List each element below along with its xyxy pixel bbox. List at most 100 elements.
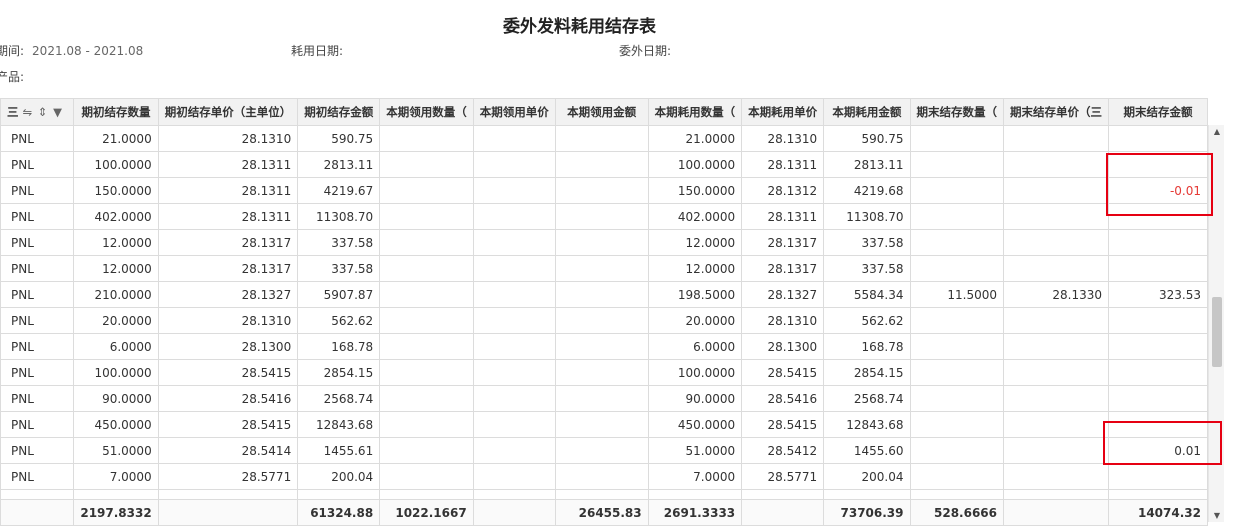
table-row[interactable]: PNL 210.0000 28.1327 5907.87 198.5000 28.1327… xyxy=(0,281,1208,308)
table-cell[interactable]: 337.58 xyxy=(297,229,381,256)
table-cell[interactable] xyxy=(909,385,1005,412)
table-cell[interactable] xyxy=(1108,229,1208,256)
table-cell[interactable]: 26455.83 xyxy=(554,499,649,526)
table-cell[interactable]: 28.1311 xyxy=(157,151,299,178)
cell-unit[interactable]: PNL xyxy=(0,307,75,334)
table-cell[interactable] xyxy=(554,125,649,152)
table-cell[interactable]: 28.1327 xyxy=(157,281,299,308)
table-cell[interactable]: 2854.15 xyxy=(297,359,381,386)
table-cell[interactable]: 20.0000 xyxy=(647,307,743,334)
table-cell[interactable]: 2854.15 xyxy=(823,359,911,386)
table-cell[interactable]: 11308.70 xyxy=(823,203,911,230)
table-cell[interactable] xyxy=(472,177,556,204)
table-cell[interactable]: 1455.60 xyxy=(823,437,911,464)
column-header[interactable]: 本期耗用金额 xyxy=(823,98,911,126)
table-cell[interactable] xyxy=(554,437,649,464)
table-cell[interactable] xyxy=(379,359,474,386)
table-cell[interactable] xyxy=(1003,437,1110,464)
table-cell[interactable]: 562.62 xyxy=(823,307,911,334)
table-row[interactable]: PNL 7.0000 28.5771 200.04 7.0000 28.5771 200.0… xyxy=(0,463,1208,490)
cell-unit[interactable]: PNL xyxy=(0,463,75,490)
table-cell[interactable]: 323.53 xyxy=(1108,281,1208,308)
table-cell[interactable]: 21.0000 xyxy=(647,125,743,152)
table-cell[interactable]: 100.0000 xyxy=(73,359,159,386)
table-cell[interactable] xyxy=(472,281,556,308)
table-cell[interactable]: 2568.74 xyxy=(297,385,381,412)
table-cell[interactable]: 100.0000 xyxy=(647,151,743,178)
table-cell[interactable]: 28.5416 xyxy=(741,385,825,412)
table-cell[interactable]: 590.75 xyxy=(297,125,381,152)
cell-unit[interactable]: PNL xyxy=(0,385,75,412)
table-cell[interactable]: 402.0000 xyxy=(647,203,743,230)
cell-unit[interactable]: PNL xyxy=(0,229,75,256)
table-cell[interactable] xyxy=(472,229,556,256)
table-cell[interactable] xyxy=(1003,307,1110,334)
table-cell[interactable]: 28.5415 xyxy=(157,411,299,438)
table-cell[interactable] xyxy=(909,125,1005,152)
table-cell[interactable]: 73706.39 xyxy=(823,499,911,526)
table-cell[interactable]: 2568.74 xyxy=(823,385,911,412)
table-cell[interactable] xyxy=(554,281,649,308)
table-cell[interactable] xyxy=(379,463,474,490)
table-cell[interactable] xyxy=(379,437,474,464)
table-cell[interactable] xyxy=(472,437,556,464)
table-cell[interactable]: 11308.70 xyxy=(297,203,381,230)
table-cell[interactable] xyxy=(554,385,649,412)
table-cell[interactable]: 590.75 xyxy=(823,125,911,152)
cell-unit[interactable]: PNL xyxy=(0,151,75,178)
table-cell[interactable] xyxy=(472,411,556,438)
table-cell[interactable]: 198.5000 xyxy=(647,281,743,308)
table-cell[interactable] xyxy=(554,307,649,334)
table-cell[interactable] xyxy=(472,359,556,386)
table-cell[interactable] xyxy=(909,307,1005,334)
table-cell[interactable]: 28.5415 xyxy=(157,359,299,386)
table-row[interactable]: PNL 100.0000 28.5415 2854.15 100.0000 28.5415… xyxy=(0,359,1208,386)
table-cell[interactable]: 100.0000 xyxy=(647,359,743,386)
scroll-down-icon[interactable]: ▼ xyxy=(1209,511,1225,520)
table-cell[interactable]: 11.5000 xyxy=(909,281,1005,308)
table-cell[interactable]: 2813.11 xyxy=(297,151,381,178)
table-cell[interactable] xyxy=(554,359,649,386)
table-cell[interactable] xyxy=(472,255,556,282)
table-cell[interactable]: 402.0000 xyxy=(73,203,159,230)
totals-row[interactable]: 2197.8332 61324.88 1022.1667 26455.83 2691.3… xyxy=(0,499,1208,526)
column-header[interactable]: 期末结存单价（三 xyxy=(1003,98,1110,126)
table-cell[interactable] xyxy=(379,281,474,308)
table-cell[interactable]: 28.1300 xyxy=(157,333,299,360)
table-cell[interactable]: 61324.88 xyxy=(297,499,381,526)
table-row[interactable]: PNL 20.0000 28.1310 562.62 20.0000 28.1310 562… xyxy=(0,307,1208,334)
table-cell[interactable] xyxy=(554,411,649,438)
table-cell[interactable]: 562.62 xyxy=(297,307,381,334)
cell-unit[interactable]: PNL xyxy=(0,333,75,360)
table-cell[interactable] xyxy=(1003,203,1110,230)
cell-unit[interactable]: PNL xyxy=(0,203,75,230)
table-cell[interactable] xyxy=(1108,333,1208,360)
table-cell[interactable]: 528.6666 xyxy=(909,499,1005,526)
table-cell[interactable]: 7.0000 xyxy=(73,463,159,490)
table-cell[interactable] xyxy=(1003,151,1110,178)
table-cell[interactable]: 28.1312 xyxy=(741,177,825,204)
table-cell[interactable]: 28.1311 xyxy=(741,203,825,230)
cell-unit[interactable]: PNL xyxy=(0,177,75,204)
table-cell[interactable] xyxy=(909,437,1005,464)
table-cell[interactable] xyxy=(379,177,474,204)
cell-unit[interactable]: PNL xyxy=(0,125,75,152)
table-cell[interactable] xyxy=(909,151,1005,178)
table-cell[interactable] xyxy=(379,151,474,178)
table-cell[interactable] xyxy=(554,203,649,230)
table-cell[interactable] xyxy=(909,229,1005,256)
table-cell[interactable] xyxy=(379,333,474,360)
column-header[interactable]: 本期耗用数量（ xyxy=(647,98,743,126)
table-cell[interactable]: 150.0000 xyxy=(647,177,743,204)
table-cell[interactable]: 168.78 xyxy=(823,333,911,360)
table-cell[interactable]: 5584.34 xyxy=(823,281,911,308)
table-cell[interactable]: 28.1317 xyxy=(157,255,299,282)
table-cell[interactable]: 337.58 xyxy=(823,229,911,256)
table-cell[interactable] xyxy=(379,125,474,152)
table-row[interactable]: PNL 100.0000 28.1311 2813.11 100.0000 28.1311… xyxy=(0,151,1208,178)
table-cell[interactable] xyxy=(379,385,474,412)
table-cell[interactable] xyxy=(554,177,649,204)
table-cell[interactable]: 28.1317 xyxy=(741,229,825,256)
table-cell[interactable]: 12.0000 xyxy=(73,229,159,256)
column-header[interactable]: 期末结存金额 xyxy=(1108,98,1208,126)
